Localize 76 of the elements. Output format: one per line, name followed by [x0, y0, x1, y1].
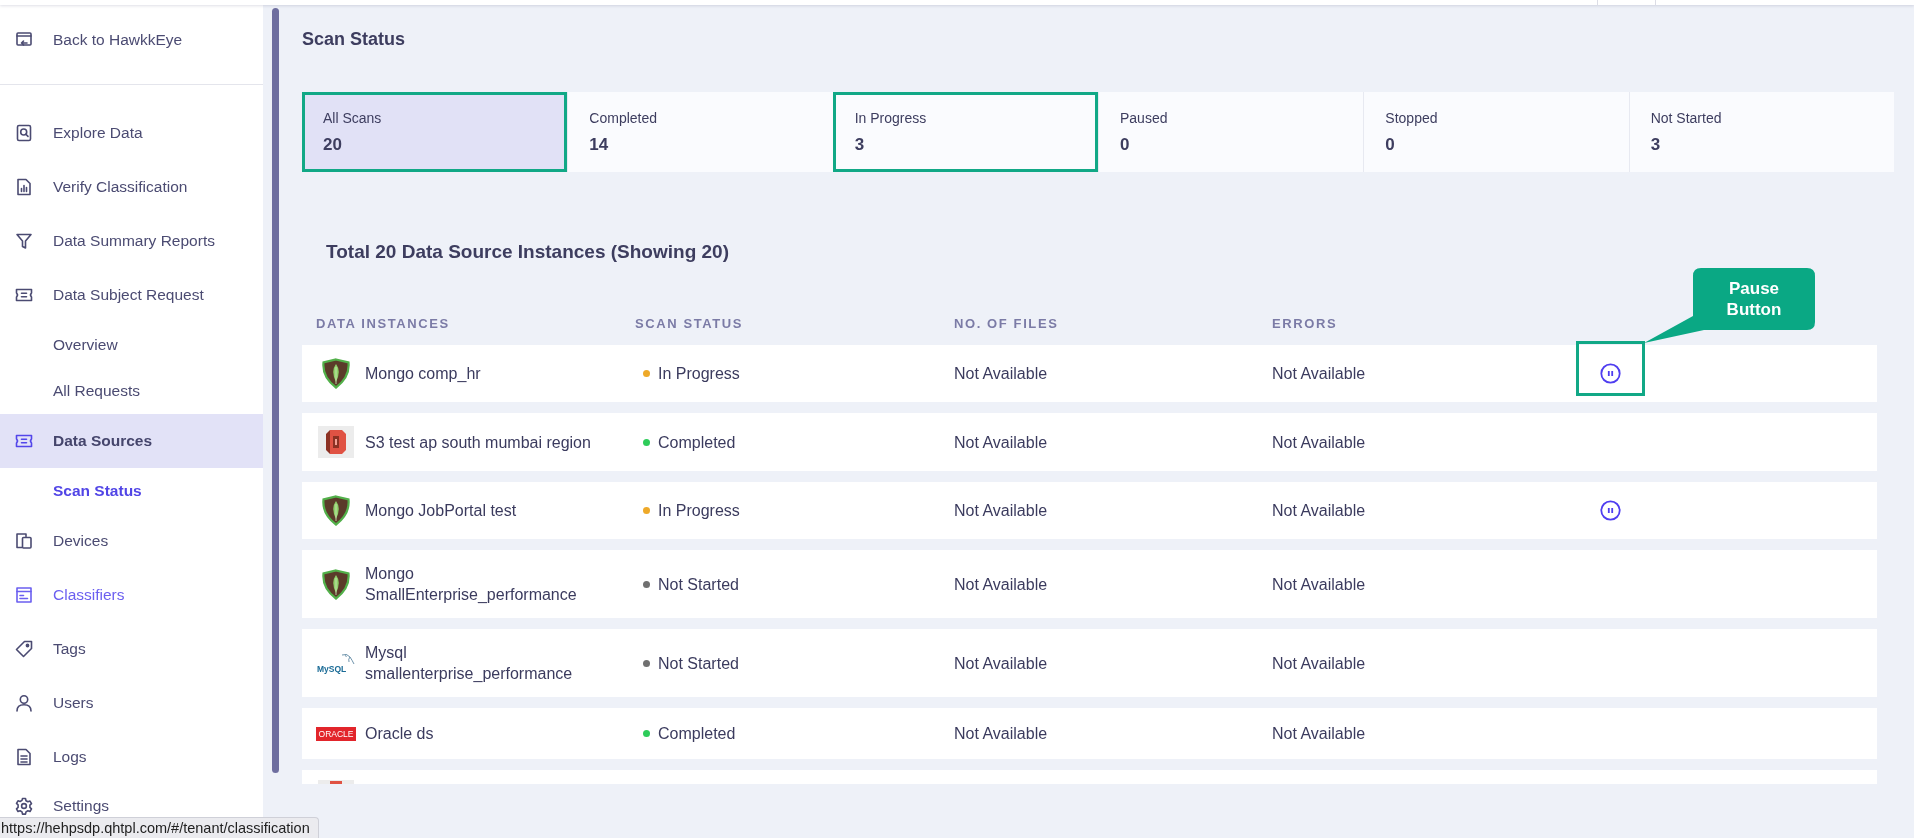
sidebar-item[interactable]: Devices	[0, 514, 263, 568]
table-cell-text: Not Available	[954, 432, 1048, 453]
pause-icon	[1600, 363, 1621, 384]
section-title: Total 20 Data Source Instances (Showing 20)	[326, 240, 730, 264]
pause-button[interactable]	[1598, 498, 1623, 523]
status-tab[interactable]: All Scans 20	[302, 92, 568, 172]
sidebar-item[interactable]: Classifiers	[0, 568, 263, 622]
dolphin-icon	[341, 652, 355, 665]
sidebar-subitem[interactable]: Scan Status	[0, 468, 263, 514]
bucket-icon	[318, 426, 354, 458]
document-search-icon	[15, 124, 33, 142]
status-label: In Progress	[658, 364, 740, 384]
chart-document-icon	[15, 178, 33, 196]
sidebar-subitem[interactable]: Overview	[0, 322, 263, 368]
sidebar-subitem[interactable]: All Requests	[0, 368, 263, 414]
table-cell-text: Not Available	[1272, 501, 1366, 521]
leaf-shield-icon	[321, 358, 351, 389]
page-title: Scan Status	[302, 28, 407, 51]
leaf-shield-icon	[321, 495, 351, 526]
column-header: NO. OF FILES	[954, 315, 1059, 333]
sidebar-item[interactable]: Explore Data	[0, 106, 263, 160]
table-cell-text: Not Available	[954, 501, 1048, 521]
column-header: ERRORS	[1272, 315, 1338, 333]
user-icon	[15, 694, 33, 712]
table-cell-text: Not Available	[1272, 574, 1366, 595]
ticket-icon	[15, 286, 33, 304]
sidebar-item[interactable]: Verify Classification	[0, 160, 263, 214]
instance-name: Mysql smallenterprise_performance	[365, 643, 574, 684]
column-header: DATA INSTANCES	[316, 315, 450, 333]
instance-name: Oracle ds	[365, 724, 434, 744]
table-cell-text: Not Available	[1272, 364, 1366, 384]
sidebar-item[interactable]: Data Sources	[0, 414, 263, 468]
bucket-icon	[318, 780, 354, 784]
status-tab[interactable]: Completed 14	[567, 92, 833, 172]
sidebar-item[interactable]: Tags	[0, 622, 263, 676]
sidebar-item[interactable]: Users	[0, 676, 263, 730]
table-cell-text: Not Available	[1272, 653, 1366, 674]
status-label: Not Started	[658, 574, 739, 595]
table-cell-text: Not Available	[954, 724, 1048, 744]
panel-icon	[15, 586, 33, 604]
status-tab[interactable]: Paused 0	[1098, 92, 1364, 172]
settings-icon	[15, 797, 33, 815]
table-cell-text: Not Available	[954, 653, 1048, 674]
callout-bubble: Pause Button	[1644, 268, 1815, 343]
funnel-icon	[15, 232, 33, 250]
url-tooltip: https://hehpsdp.qhtpl.com/#/tenant/classification	[0, 817, 319, 838]
status-tab[interactable]: Stopped 0	[1363, 92, 1629, 172]
sidebar-item[interactable]: Data Summary Reports	[0, 214, 263, 268]
instance-name: Mongo JobPortal test	[365, 501, 517, 521]
instance-name: Mongo comp_hr	[365, 364, 481, 384]
status-label: Not Started	[658, 653, 739, 674]
instance-name: S3 test ap south mumbai region	[365, 432, 591, 453]
tag-icon	[15, 640, 33, 658]
status-tab[interactable]: Not Started 3	[1628, 92, 1894, 172]
status-label: Completed	[658, 432, 736, 453]
ticket-icon	[15, 432, 33, 450]
brand-logo: MySQL	[317, 664, 347, 674]
devices-icon	[15, 532, 33, 550]
column-header: SCAN STATUS	[635, 315, 744, 333]
status-tab[interactable]: In Progress 3	[832, 92, 1098, 172]
pause-icon	[1600, 500, 1621, 521]
leaf-shield-icon	[321, 568, 351, 600]
table-cell-text: Not Available	[1272, 724, 1366, 744]
back-link[interactable]: Back to HawkkEye	[0, 29, 183, 51]
status-label: In Progress	[658, 501, 740, 521]
pause-button[interactable]	[1598, 361, 1623, 386]
scrollbar-thumb[interactable]	[272, 8, 279, 773]
table-cell-text: Not Available	[954, 574, 1048, 595]
sidebar-item[interactable]: Data Subject Request	[0, 268, 263, 322]
status-label: Completed	[658, 724, 736, 744]
document-icon	[15, 748, 33, 766]
table-cell-text: Not Available	[1272, 432, 1366, 453]
sidebar-item[interactable]: Logs	[0, 730, 263, 784]
instance-name: Mongo SmallEnterprise_performance	[365, 564, 578, 605]
table-cell-text: Not Available	[954, 364, 1048, 384]
brand-logo: ORACLE	[316, 726, 356, 741]
